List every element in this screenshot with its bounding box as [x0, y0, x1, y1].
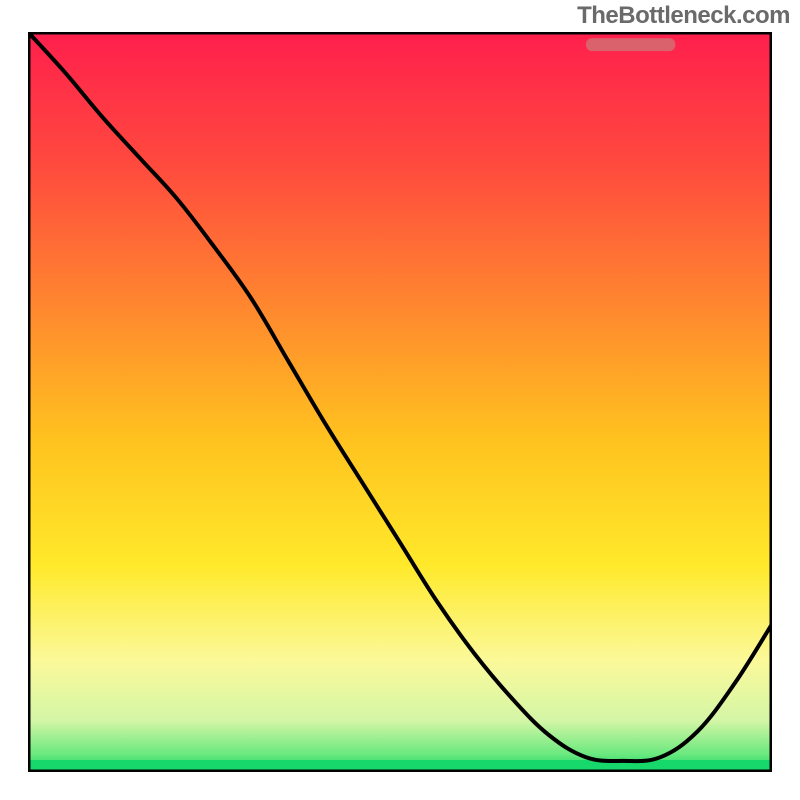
chart-svg: [28, 32, 772, 772]
gradient-background: [28, 32, 772, 772]
watermark-text: TheBottleneck.com: [577, 2, 790, 30]
optimal-range-marker: [586, 38, 675, 51]
chart-container: TheBottleneck.com: [0, 0, 800, 800]
plot-area: [28, 32, 772, 772]
